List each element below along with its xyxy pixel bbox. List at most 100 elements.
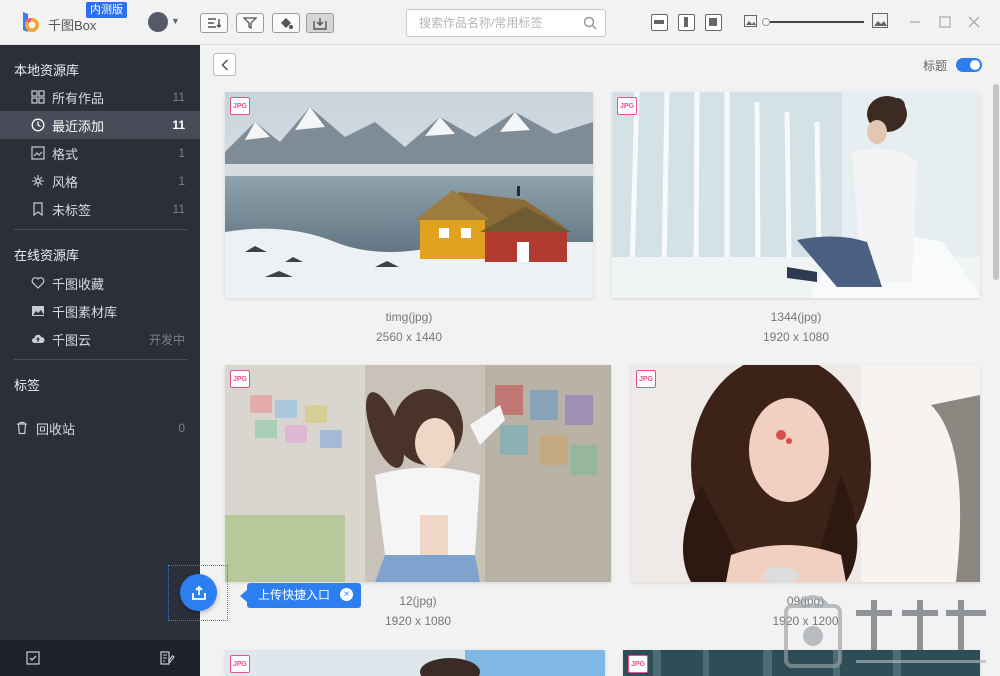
sidebar-item-label: 最近添加 [52, 118, 105, 134]
avatar-icon[interactable] [148, 12, 168, 32]
sidebar-item-label: 未标签 [52, 202, 92, 218]
bookmark-icon [33, 202, 43, 216]
edit-icon[interactable] [159, 650, 175, 666]
sidebar-item-favorites[interactable]: 千图收藏 [0, 269, 200, 297]
layout-3-icon[interactable] [705, 14, 722, 31]
sidebar-item-label: 千图收藏 [52, 276, 105, 292]
card-size: 1920 x 1080 [384, 614, 452, 628]
format-badge: JPG [617, 97, 637, 115]
sidebar-item-label: 回收站 [36, 421, 76, 437]
format-badge: JPG [636, 370, 656, 388]
format-icon [31, 146, 45, 160]
grid-icon [31, 90, 45, 104]
sidebar-item-style[interactable]: 风格 1 [0, 167, 200, 195]
title-toggle-label: 标题 [923, 59, 948, 73]
sidebar-item-count: 0 [178, 421, 185, 435]
sidebar-item-count: 开发中 [148, 332, 185, 347]
style-icon [32, 175, 44, 187]
minimize-icon[interactable] [906, 13, 924, 31]
close-icon[interactable] [965, 13, 983, 31]
title-toggle[interactable] [956, 58, 982, 72]
picture-icon [32, 306, 44, 316]
paint-bucket-icon [281, 17, 293, 29]
checklist-icon[interactable] [26, 651, 40, 665]
format-badge: JPG [628, 655, 648, 673]
section-title-tags[interactable]: 标签 [14, 375, 40, 394]
image-card[interactable]: JPG [612, 92, 980, 298]
sidebar-item-trash[interactable]: 回收站 0 [0, 414, 200, 442]
sidebar-item-recent[interactable]: 最近添加 11 [0, 111, 200, 139]
format-badge: JPG [230, 370, 250, 388]
filter-button[interactable] [236, 13, 264, 33]
image-card[interactable]: JPG [225, 365, 611, 582]
upload-tooltip-label: 上传快捷入口 [258, 588, 331, 602]
scrollbar[interactable] [993, 84, 999, 280]
card-name: timg(jpg) [385, 310, 433, 324]
watermark-logo [784, 595, 986, 668]
search-input[interactable] [407, 10, 577, 36]
back-icon [220, 58, 228, 71]
format-badge: JPG [230, 655, 250, 673]
trash-icon [17, 421, 27, 435]
sidebar-item-label: 千图云 [52, 332, 92, 348]
card-size: 2560 x 1440 [375, 330, 443, 344]
sidebar-item-label: 所有作品 [52, 90, 105, 106]
card-name: 1344(jpg) [770, 310, 822, 324]
import-button[interactable] [306, 13, 334, 33]
search-box[interactable] [406, 9, 606, 37]
sidebar-item-cloud[interactable]: 千图云 开发中 [0, 325, 200, 353]
format-badge: JPG [230, 97, 250, 115]
sidebar-item-count: 1 [178, 146, 185, 160]
layout-1-icon[interactable] [651, 14, 668, 31]
title-bar: 千图Box 内测版 ▼ [0, 0, 1000, 45]
close-icon[interactable]: × [340, 588, 353, 601]
sidebar-item-library[interactable]: 千图素材库 [0, 297, 200, 325]
heart-icon [31, 277, 45, 289]
sidebar-item-label: 格式 [52, 146, 79, 162]
zoom-slider[interactable] [766, 21, 864, 23]
zoom-slider-knob[interactable] [762, 18, 770, 26]
image-card[interactable]: JPG [225, 650, 605, 676]
image-large-icon[interactable] [872, 13, 888, 28]
sidebar-item-count: 1 [178, 174, 185, 188]
beta-badge: 内测版 [86, 2, 127, 18]
divider [14, 359, 188, 360]
sidebar-footer [0, 640, 200, 676]
import-icon [313, 17, 327, 30]
image-card[interactable]: JPG [631, 365, 980, 582]
image-thumbnail [612, 92, 980, 298]
maximize-icon[interactable] [936, 13, 954, 31]
sidebar-item-label: 风格 [52, 174, 79, 190]
search-icon[interactable] [583, 16, 597, 30]
filter-icon [243, 17, 257, 29]
cloud-icon [32, 334, 45, 343]
sort-button[interactable] [200, 13, 228, 33]
image-small-icon[interactable] [744, 15, 757, 27]
image-thumbnail [225, 92, 593, 298]
upload-tooltip: 上传快捷入口 × [240, 583, 361, 608]
sidebar-item-format[interactable]: 格式 1 [0, 139, 200, 167]
sidebar-item-untagged[interactable]: 未标签 11 [0, 195, 200, 223]
sidebar-item-label: 千图素材库 [52, 304, 118, 320]
sidebar-item-count: 11 [172, 90, 185, 104]
upload-button[interactable] [180, 574, 217, 611]
divider [14, 229, 188, 230]
layout-2-icon[interactable] [678, 14, 695, 31]
image-card[interactable]: JPG [225, 92, 593, 298]
clock-icon [31, 118, 45, 132]
section-title-local: 本地资源库 [14, 63, 80, 78]
color-button[interactable] [272, 13, 300, 33]
sidebar-item-count: 11 [172, 118, 185, 132]
back-button[interactable] [213, 53, 236, 76]
image-thumbnail [225, 365, 611, 582]
card-size: 1920 x 1080 [762, 330, 830, 344]
chevron-down-icon[interactable]: ▼ [171, 16, 180, 26]
section-title-online: 在线资源库 [14, 248, 80, 263]
sidebar-item-count: 11 [172, 202, 185, 216]
logo-icon [23, 12, 39, 32]
sidebar-item-all[interactable]: 所有作品 11 [0, 83, 200, 111]
image-thumbnail [225, 650, 605, 676]
image-thumbnail [631, 365, 980, 582]
upload-icon [191, 585, 206, 600]
sort-icon [208, 18, 221, 29]
